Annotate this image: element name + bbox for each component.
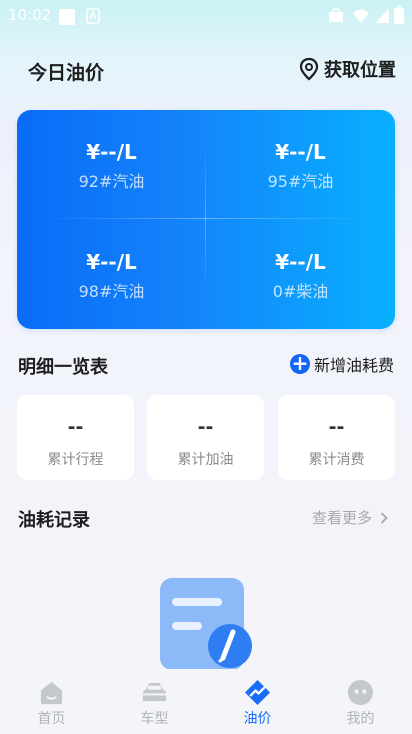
tab-car-models[interactable]: 车型 <box>103 669 206 734</box>
tab-profile[interactable]: 我的 <box>309 669 412 734</box>
fuel-type-label: 92#汽油 <box>78 172 145 191</box>
car-icon <box>142 682 167 702</box>
price-value: ¥--/L <box>86 250 137 274</box>
stat-value: -- <box>328 416 345 438</box>
app-notification-icon <box>86 8 100 24</box>
signal-icon <box>375 9 389 23</box>
price-cell-98: ¥--/L 98#汽油 <box>17 250 206 302</box>
stat-label: 累计行程 <box>47 452 104 468</box>
stat-card-mileage: -- 累计行程 <box>17 395 134 480</box>
price-cell-95: ¥--/L 95#汽油 <box>206 140 395 192</box>
stat-value: -- <box>197 416 214 438</box>
view-more-label: 查看更多 <box>311 509 372 527</box>
empty-records-illustration-icon <box>160 578 252 670</box>
tab-oil-price[interactable]: 油价 <box>206 669 309 734</box>
status-bar: 10:02 <box>0 0 412 30</box>
page-title: 今日油价 <box>28 62 105 84</box>
oil-price-card: ¥--/L 92#汽油 ¥--/L 95#汽油 ¥--/L 98#汽油 ¥--/… <box>17 110 395 329</box>
home-icon <box>40 681 63 705</box>
battery-icon <box>394 6 404 24</box>
tab-label: 首页 <box>37 711 66 727</box>
price-value: ¥--/L <box>275 140 326 164</box>
briefcase-icon <box>329 8 343 22</box>
stat-value: -- <box>67 416 84 438</box>
location-pin-icon <box>299 57 319 81</box>
chevron-right-icon <box>380 511 388 524</box>
fuel-type-label: 0#柴油 <box>272 282 329 301</box>
stat-label: 累计加油 <box>177 452 234 468</box>
tab-label: 车型 <box>140 711 169 727</box>
price-value: ¥--/L <box>86 140 137 164</box>
bottom-tab-bar: 首页 车型 油价 我的 <box>0 669 412 734</box>
tab-home[interactable]: 首页 <box>0 669 103 734</box>
add-fuel-cost-label: 新增油耗费 <box>313 356 394 375</box>
tab-label: 我的 <box>346 711 375 727</box>
price-value: ¥--/L <box>275 250 326 274</box>
wifi-icon <box>353 9 369 23</box>
notification-square-icon <box>59 9 75 25</box>
stat-card-refuel: -- 累计加油 <box>147 395 264 480</box>
fuel-type-label: 95#汽油 <box>267 172 334 191</box>
trend-chart-icon <box>244 679 271 706</box>
view-more-button[interactable]: 查看更多 <box>312 507 388 528</box>
get-location-button[interactable]: 获取位置 <box>298 56 396 82</box>
profile-face-icon <box>347 679 374 706</box>
add-plus-icon: + <box>289 351 310 375</box>
add-fuel-cost-button[interactable]: + 新增油耗费 <box>289 351 394 376</box>
records-section-title: 油耗记录 <box>18 510 90 531</box>
status-time: 10:02 <box>8 6 52 24</box>
price-cell-diesel: ¥--/L 0#柴油 <box>206 250 395 302</box>
price-cell-92: ¥--/L 92#汽油 <box>17 140 206 192</box>
card-divider-horizontal <box>39 218 373 219</box>
details-section-title: 明细一览表 <box>18 357 108 378</box>
tab-label: 油价 <box>243 711 272 727</box>
get-location-label: 获取位置 <box>324 60 396 81</box>
fuel-type-label: 98#汽油 <box>78 282 145 301</box>
stat-card-spending: -- 累计消费 <box>278 395 395 480</box>
stat-label: 累计消费 <box>308 452 365 468</box>
header: 今日油价 获取位置 <box>0 50 412 90</box>
